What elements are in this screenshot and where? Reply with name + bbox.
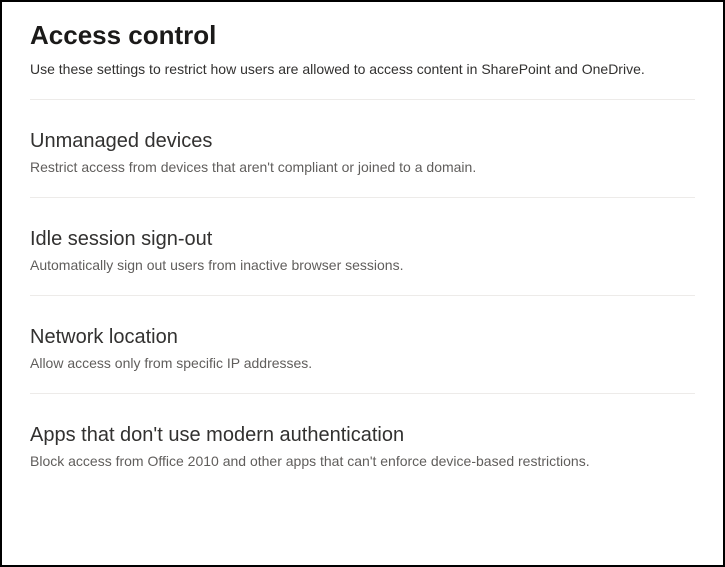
section-network-location[interactable]: Network location Allow access only from … <box>30 296 695 393</box>
section-unmanaged-devices[interactable]: Unmanaged devices Restrict access from d… <box>30 100 695 197</box>
page-subtitle: Use these settings to restrict how users… <box>30 61 695 77</box>
section-title: Apps that don't use modern authenticatio… <box>30 424 695 447</box>
section-desc: Automatically sign out users from inacti… <box>30 257 695 273</box>
section-desc: Allow access only from specific IP addre… <box>30 355 695 371</box>
page-title: Access control <box>30 20 695 51</box>
section-title: Unmanaged devices <box>30 130 695 153</box>
section-desc: Block access from Office 2010 and other … <box>30 453 695 469</box>
section-legacy-apps[interactable]: Apps that don't use modern authenticatio… <box>30 394 695 491</box>
section-desc: Restrict access from devices that aren't… <box>30 159 695 175</box>
section-title: Idle session sign-out <box>30 228 695 251</box>
section-title: Network location <box>30 326 695 349</box>
section-idle-session[interactable]: Idle session sign-out Automatically sign… <box>30 198 695 295</box>
